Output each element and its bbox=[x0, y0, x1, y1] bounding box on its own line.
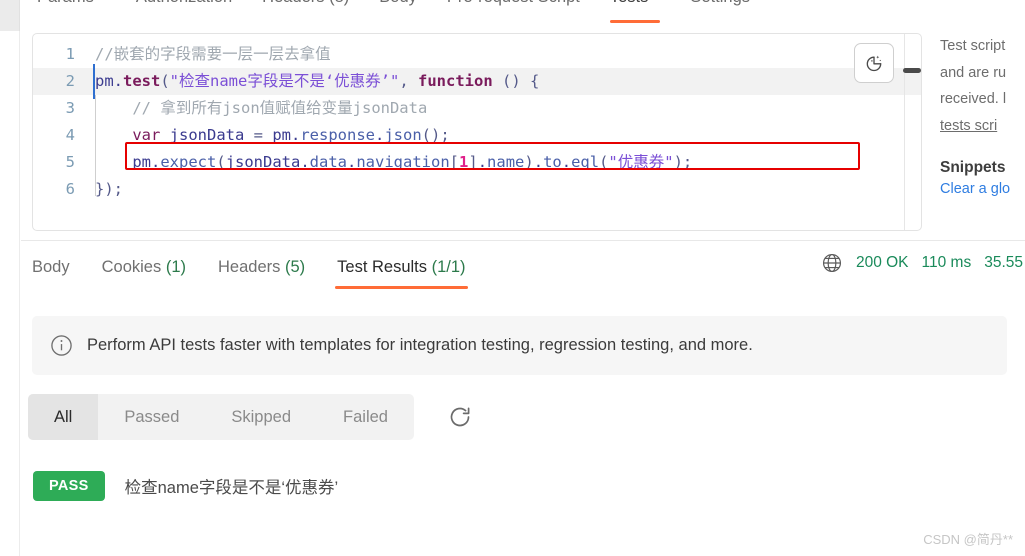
response-tab-headers-label: Headers bbox=[218, 257, 281, 276]
line-content: pm.test("检查name字段是不是‘优惠券’", function () … bbox=[93, 64, 921, 99]
refresh-icon[interactable] bbox=[448, 405, 472, 429]
filter-failed[interactable]: Failed bbox=[317, 394, 414, 440]
request-tab-body-label: Body bbox=[379, 0, 417, 6]
filter-all-label: All bbox=[54, 407, 73, 426]
response-tab-test-results-label: Test Results bbox=[337, 257, 428, 276]
tests-scripts-link[interactable]: tests scri bbox=[940, 113, 1025, 140]
response-tab-headers[interactable]: Headers (5) bbox=[216, 252, 307, 289]
line-number: 2 bbox=[65, 72, 75, 90]
magic-wand-glyph bbox=[866, 55, 882, 72]
request-tab-settings-label: Settings bbox=[690, 0, 750, 6]
request-tab-settings[interactable]: Settings bbox=[690, 0, 750, 23]
line-number: 6 bbox=[65, 180, 75, 198]
request-tab-headers[interactable]: Headers (8) bbox=[262, 0, 349, 23]
request-tab-tests-label: Tests bbox=[610, 0, 649, 6]
info-banner: Perform API tests faster with templates … bbox=[32, 316, 1007, 375]
watermark: CSDN @简丹** bbox=[923, 532, 1013, 547]
response-size[interactable]: 35.55 bbox=[984, 254, 1023, 272]
response-tab-headers-count: (5) bbox=[284, 257, 306, 276]
left-rail-strip bbox=[0, 0, 20, 31]
response-tab-cookies-count: (1) bbox=[165, 257, 186, 276]
line-content: var jsonData = pm.response.json(); bbox=[132, 126, 450, 144]
filter-failed-label: Failed bbox=[343, 407, 388, 426]
help-text-line: and are ru bbox=[940, 64, 1007, 81]
response-tab-test-results-count: (1/1) bbox=[431, 257, 466, 276]
tests-script-editor[interactable]: 1 //嵌套的字段需要一层一层去拿值 2 pm.test("检查name字段是不… bbox=[32, 33, 922, 231]
section-divider bbox=[21, 240, 1025, 241]
test-result-filter-group: All Passed Skipped Failed bbox=[28, 394, 414, 440]
request-tab-params[interactable]: Params bbox=[37, 0, 106, 23]
code-line: 4 var jsonData = pm.response.json(); bbox=[33, 122, 921, 149]
line-content: //嵌套的字段需要一层一层去拿值 bbox=[95, 45, 331, 63]
refresh-glyph bbox=[450, 407, 470, 427]
request-tab-pre-request-script[interactable]: Pre-request Script bbox=[447, 0, 580, 23]
globe-icon[interactable] bbox=[821, 252, 843, 274]
filter-skipped[interactable]: Skipped bbox=[205, 394, 317, 440]
response-tab-test-results[interactable]: Test Results (1/1) bbox=[335, 252, 468, 289]
code-line: 2 pm.test("检查name字段是不是‘优惠券’", function (… bbox=[33, 64, 921, 99]
response-tab-cookies[interactable]: Cookies (1) bbox=[100, 252, 188, 289]
filter-skipped-label: Skipped bbox=[231, 407, 292, 426]
editor-scrollbar[interactable] bbox=[903, 68, 921, 73]
line-content: }); bbox=[95, 180, 123, 198]
line-number: 1 bbox=[65, 45, 75, 63]
left-rail-strip-lower bbox=[0, 31, 20, 556]
test-result-row: PASS 检查name字段是不是‘优惠券’ bbox=[33, 471, 338, 501]
response-time[interactable]: 110 ms bbox=[922, 254, 972, 272]
active-tab-underline bbox=[335, 285, 468, 289]
code-line: 3 // 拿到所有json值赋值给变量jsonData bbox=[33, 95, 921, 122]
filter-passed[interactable]: Passed bbox=[98, 394, 205, 440]
test-result-name: 检查name字段是不是‘优惠券’ bbox=[124, 479, 339, 497]
filter-all[interactable]: All bbox=[28, 394, 99, 440]
tests-help-panel: Test script and are ru received. l tests… bbox=[940, 33, 1025, 231]
request-tab-body[interactable]: Body bbox=[379, 0, 417, 23]
request-tab-headers-label: Headers (8) bbox=[262, 0, 349, 6]
postman-tests-panel: Params Authorization Headers (8) Body Pr… bbox=[0, 0, 1025, 556]
snippet-item[interactable]: Clear a glo bbox=[940, 177, 1025, 201]
info-banner-text: Perform API tests faster with templates … bbox=[87, 336, 753, 354]
response-tab-cookies-label: Cookies bbox=[101, 257, 162, 276]
magic-wand-icon[interactable] bbox=[854, 43, 894, 83]
code-line: 5 pm.expect(jsonData.data.navigation[1].… bbox=[33, 149, 921, 176]
request-tab-tests[interactable]: Tests bbox=[609, 0, 661, 23]
line-number: 5 bbox=[65, 153, 75, 171]
help-text-line: received. l bbox=[940, 91, 1007, 107]
response-tab-body-label: Body bbox=[32, 257, 70, 276]
request-tab-pre-request-script-label: Pre-request Script bbox=[447, 0, 580, 6]
active-tab-underline bbox=[609, 20, 661, 23]
status-badge: PASS bbox=[33, 471, 105, 501]
filter-passed-label: Passed bbox=[124, 407, 180, 426]
response-status-bar: 200 OK 110 ms 35.55 bbox=[821, 252, 1025, 274]
snippets-heading: Snippets bbox=[940, 159, 1006, 176]
code-line: 1 //嵌套的字段需要一层一层去拿值 bbox=[33, 41, 921, 68]
help-text-line: Test script bbox=[940, 38, 1006, 54]
line-content: pm.expect(jsonData.data.navigation[1].na… bbox=[132, 153, 693, 171]
line-content: // 拿到所有json值赋值给变量jsonData bbox=[95, 99, 428, 117]
request-tab-bar: Params Authorization Headers (8) Body Pr… bbox=[21, 0, 1025, 30]
code-area[interactable]: 1 //嵌套的字段需要一层一层去拿值 2 pm.test("检查name字段是不… bbox=[33, 34, 921, 203]
request-tab-params-label: Params bbox=[37, 0, 94, 6]
response-tab-body[interactable]: Body bbox=[30, 252, 72, 289]
response-status-code[interactable]: 200 OK bbox=[856, 254, 909, 272]
request-tab-authorization[interactable]: Authorization bbox=[136, 0, 232, 23]
info-circle-icon bbox=[51, 335, 72, 356]
line-number: 3 bbox=[65, 99, 75, 117]
line-number: 4 bbox=[65, 126, 75, 144]
editor-divider bbox=[904, 34, 905, 230]
code-line: 6 }); bbox=[33, 176, 921, 203]
request-tab-authorization-label: Authorization bbox=[136, 0, 232, 6]
